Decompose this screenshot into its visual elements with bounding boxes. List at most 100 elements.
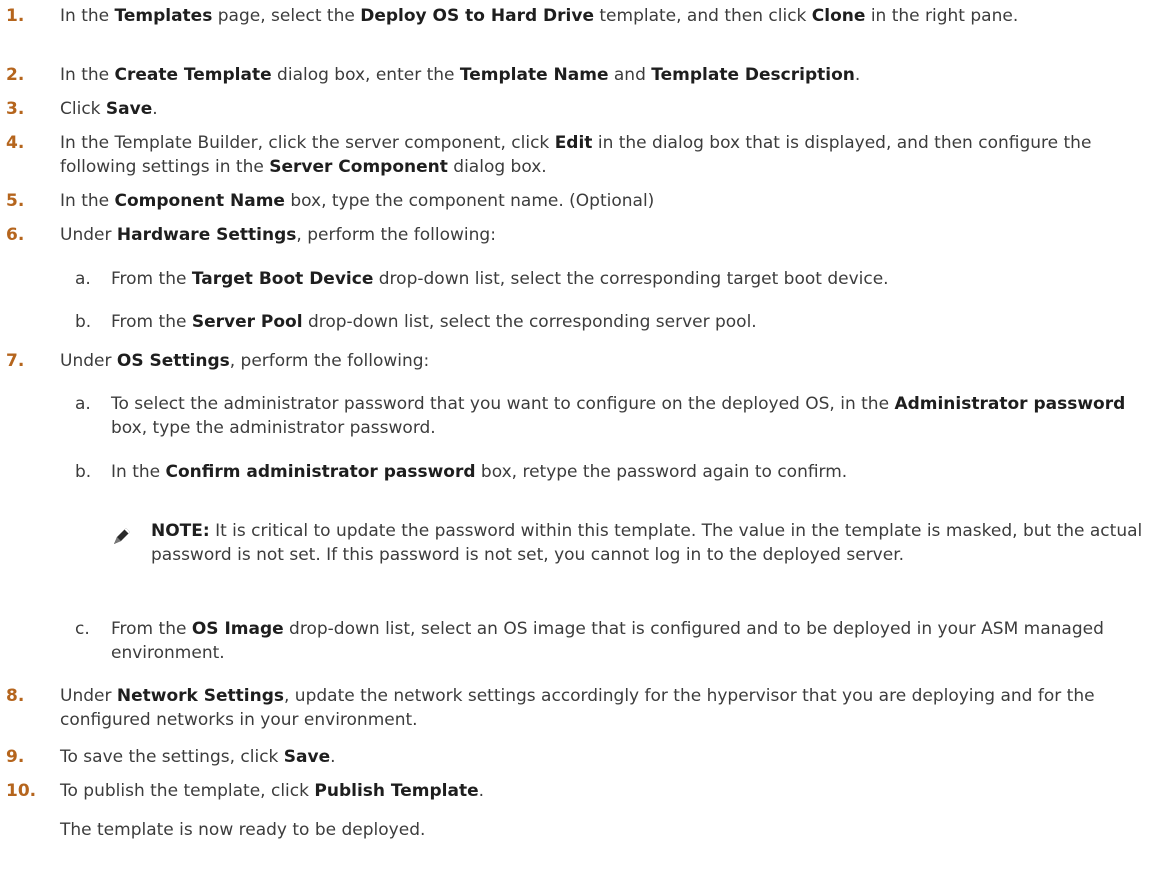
step-text: To publish the template, click Publish T… bbox=[60, 779, 1160, 803]
step-number: 8. bbox=[6, 686, 25, 706]
step-text: To save the settings, click Save. bbox=[60, 745, 1160, 769]
substep-text: To select the administrator password tha… bbox=[111, 392, 1155, 440]
pencil-note-icon bbox=[114, 528, 130, 544]
document-page: 1. In the Templates page, select the Dep… bbox=[0, 0, 1173, 889]
text-run: and bbox=[608, 65, 652, 85]
text-run: dialog box, enter the bbox=[271, 65, 460, 85]
step-10: 10. To publish the template, click Publi… bbox=[0, 779, 1160, 803]
note-box: NOTE: It is critical to update the passw… bbox=[111, 519, 1161, 567]
text-run: . bbox=[330, 747, 336, 767]
text-run: In the Template Builder, click the serve… bbox=[60, 133, 555, 153]
bold-term: Edit bbox=[554, 133, 593, 153]
step-number: 9. bbox=[6, 747, 25, 767]
text-run: . bbox=[478, 781, 485, 801]
bold-term: Target Boot Device bbox=[191, 269, 374, 289]
text-run: From the bbox=[111, 312, 192, 332]
step-4: 4. In the Template Builder, click the se… bbox=[0, 131, 1160, 179]
bold-term: Templates bbox=[114, 6, 213, 26]
bold-term: Create Template bbox=[114, 65, 272, 85]
substep-6a: a. From the Target Boot Device drop-down… bbox=[75, 267, 1173, 291]
step-8: 8. Under Network Settings, update the ne… bbox=[0, 684, 1160, 732]
bold-term: Administrator password bbox=[894, 394, 1126, 414]
substep-letter: a. bbox=[75, 269, 91, 289]
text-run: . bbox=[152, 99, 158, 119]
step-text: In the Create Template dialog box, enter… bbox=[60, 63, 1160, 87]
substep-letter: a. bbox=[75, 394, 91, 414]
text-run: drop-down list, select the corresponding… bbox=[373, 269, 889, 289]
step-text: In the Component Name box, type the comp… bbox=[60, 189, 1160, 213]
text-run: In the bbox=[60, 191, 115, 211]
text-run: , perform the following: bbox=[229, 351, 430, 371]
substep-7c: c. From the OS Image drop-down list, sel… bbox=[75, 617, 1155, 665]
step-number: 6. bbox=[6, 225, 25, 245]
substep-7b: b. In the Confirm administrator password… bbox=[75, 460, 1173, 484]
step-number: 7. bbox=[6, 351, 25, 371]
bold-term: Publish Template bbox=[314, 781, 479, 801]
substep-text: From the Server Pool drop-down list, sel… bbox=[111, 310, 1173, 334]
bold-term: Save bbox=[283, 747, 331, 767]
bold-term: Server Component bbox=[269, 157, 448, 177]
text-run: From the bbox=[111, 619, 192, 639]
bold-term: Network Settings bbox=[116, 686, 284, 706]
bold-term: Save bbox=[105, 99, 153, 119]
text-run: In the bbox=[60, 65, 115, 85]
step-number: 3. bbox=[6, 99, 25, 119]
text-run: To save the settings, click bbox=[60, 747, 284, 767]
bold-term: Server Pool bbox=[191, 312, 303, 332]
text-run: box, type the component name. (Optional) bbox=[284, 191, 655, 211]
step-2: 2. In the Create Template dialog box, en… bbox=[0, 63, 1160, 87]
bold-term: Clone bbox=[811, 6, 866, 26]
step-text: In the Template Builder, click the serve… bbox=[60, 131, 1160, 179]
substep-letter: c. bbox=[75, 619, 90, 639]
substep-text: In the Confirm administrator password bo… bbox=[111, 460, 1173, 484]
text-run: To publish the template, click bbox=[60, 781, 315, 801]
text-run: dialog box. bbox=[447, 157, 547, 177]
substep-letter: b. bbox=[75, 462, 92, 482]
step-3: 3. Click Save. bbox=[0, 97, 1160, 121]
step-number: 1. bbox=[6, 6, 25, 26]
bold-term: Deploy OS to Hard Drive bbox=[360, 6, 594, 26]
note-body: It is critical to update the password wi… bbox=[151, 521, 1143, 565]
text-run: From the bbox=[111, 269, 192, 289]
text-run: drop-down list, select the corresponding… bbox=[302, 312, 757, 332]
text-run: Under bbox=[60, 225, 117, 245]
text-run: Under bbox=[60, 686, 117, 706]
note-label: NOTE: bbox=[151, 521, 210, 541]
bold-term: Hardware Settings bbox=[116, 225, 297, 245]
step-number: 2. bbox=[6, 65, 25, 85]
step-5: 5. In the Component Name box, type the c… bbox=[0, 189, 1160, 213]
text-run: template, and then click bbox=[593, 6, 812, 26]
step-number: 5. bbox=[6, 191, 25, 211]
text-run: box, retype the password again to confir… bbox=[475, 462, 848, 482]
substep-text: From the Target Boot Device drop-down li… bbox=[111, 267, 1173, 291]
step-text: Under Network Settings, update the netwo… bbox=[60, 684, 1160, 732]
step-number: 10. bbox=[6, 781, 37, 801]
bold-term: Component Name bbox=[114, 191, 285, 211]
text-run: Click bbox=[60, 99, 106, 119]
text-run: , perform the following: bbox=[296, 225, 496, 245]
text-run: In the bbox=[111, 462, 166, 482]
closing-text: The template is now ready to be deployed… bbox=[60, 820, 426, 840]
substep-letter: b. bbox=[75, 312, 92, 332]
substep-6b: b. From the Server Pool drop-down list, … bbox=[75, 310, 1173, 334]
text-run: in the right pane. bbox=[865, 6, 1019, 26]
text-run: . bbox=[854, 65, 861, 85]
text-run: page, select the bbox=[212, 6, 361, 26]
substep-text: From the OS Image drop-down list, select… bbox=[111, 617, 1155, 665]
note-text: NOTE: It is critical to update the passw… bbox=[151, 519, 1161, 567]
bold-term: OS Settings bbox=[116, 351, 230, 371]
step-1: 1. In the Templates page, select the Dep… bbox=[0, 4, 1160, 28]
text-run: Under bbox=[60, 351, 117, 371]
bold-term: Confirm administrator password bbox=[165, 462, 476, 482]
bold-term: OS Image bbox=[191, 619, 284, 639]
step-9: 9. To save the settings, click Save. bbox=[0, 745, 1160, 769]
text-run: box, type the administrator password. bbox=[111, 418, 436, 438]
bold-term: Template Name bbox=[459, 65, 609, 85]
step-number: 4. bbox=[6, 133, 25, 153]
text-run: In the bbox=[60, 6, 115, 26]
step-text: Under OS Settings, perform the following… bbox=[60, 349, 1160, 373]
step-text: In the Templates page, select the Deploy… bbox=[60, 4, 1160, 28]
text-run: To select the administrator password tha… bbox=[111, 394, 895, 414]
bold-term: Template Description bbox=[651, 65, 855, 85]
substep-7a: a. To select the administrator password … bbox=[75, 392, 1155, 440]
